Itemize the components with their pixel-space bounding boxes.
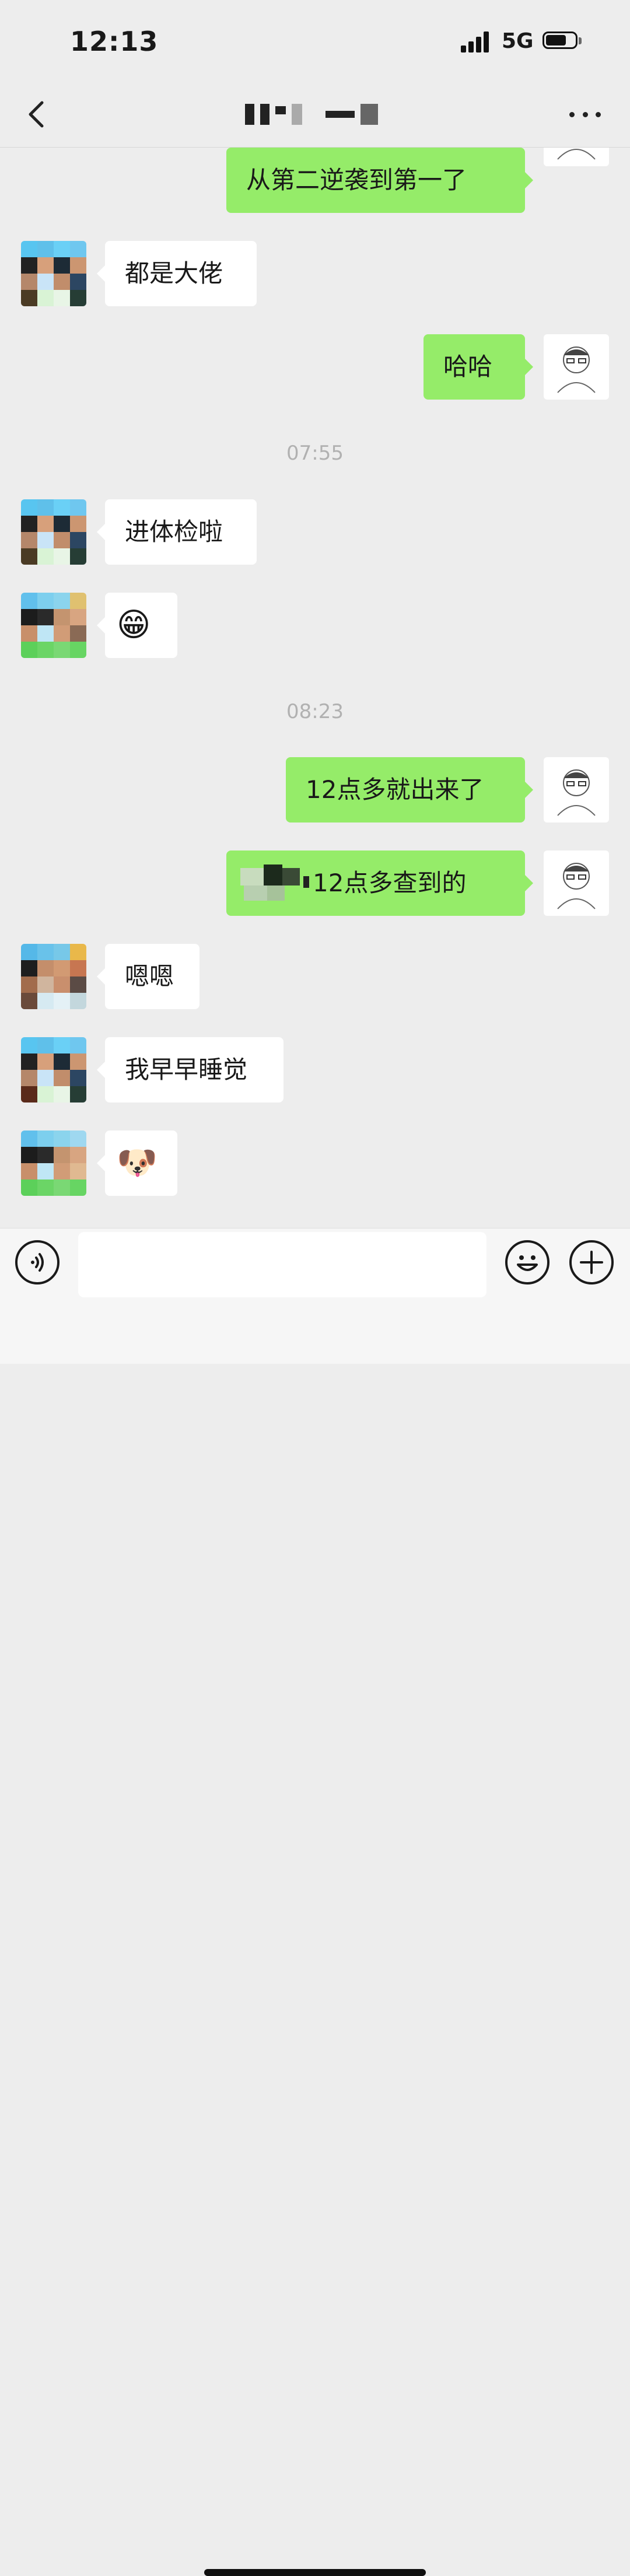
message-bubble-outgoing[interactable]: 12点多查到的 — [226, 850, 533, 916]
more-button[interactable] — [569, 108, 601, 120]
voice-button[interactable] — [15, 1240, 60, 1284]
chat-header — [0, 82, 630, 148]
self-avatar-sketch — [557, 863, 596, 909]
plus-icon — [580, 1251, 603, 1274]
pixelated-avatar — [21, 1037, 86, 1102]
message-bubble-incoming[interactable]: 我早早睡觉 — [97, 1037, 284, 1102]
status-bar: 12:13 5G — [0, 0, 630, 82]
avatar-contact[interactable] — [21, 241, 86, 306]
battery-icon — [542, 32, 582, 51]
message-bubble-incoming-emoji[interactable]: 🐶 — [97, 1130, 177, 1196]
chat-area[interactable]: 从第二逆袭到第一了 都是大佬 哈哈 07:55 进体检啦 😁 08:23 12点… — [0, 148, 630, 1228]
network-type: 5G — [502, 29, 534, 53]
signal-icon — [461, 32, 490, 52]
emoji-icon — [517, 1255, 538, 1271]
message-text: 12点多查到的 — [313, 869, 467, 897]
message-timestamp: 08:23 — [286, 700, 344, 723]
avatar-contact[interactable] — [21, 499, 86, 565]
redacted-mosaic — [240, 864, 310, 905]
emoji-button[interactable] — [505, 1240, 550, 1284]
back-button[interactable] — [23, 98, 52, 131]
input-bar — [0, 1228, 630, 2576]
status-time: 12:13 — [70, 26, 159, 57]
avatar-self[interactable] — [544, 757, 609, 822]
self-avatar-sketch — [557, 346, 596, 393]
avatar-contact[interactable] — [21, 1130, 86, 1196]
home-indicator[interactable] — [204, 2569, 426, 2576]
message-bubble-outgoing[interactable]: 12点多就出来了 — [286, 757, 533, 822]
message-bubble-incoming-emoji[interactable]: 😁 — [97, 593, 177, 658]
plus-button[interactable] — [569, 1240, 614, 1284]
message-input[interactable] — [78, 1232, 487, 1297]
pixelated-avatar — [21, 1130, 86, 1196]
pixelated-avatar — [21, 944, 86, 1009]
self-avatar-sketch — [557, 769, 596, 816]
message-bubble-outgoing[interactable]: 从第二逆袭到第一了 — [226, 148, 533, 213]
message-bubble-outgoing[interactable]: 哈哈 — [424, 334, 533, 400]
more-icon — [569, 111, 575, 117]
message-bubble-incoming[interactable]: 进体检啦 — [97, 499, 257, 565]
avatar-self[interactable] — [544, 334, 609, 400]
avatar-self[interactable] — [544, 148, 609, 166]
avatar-contact[interactable] — [21, 944, 86, 1009]
pixelated-avatar — [21, 593, 86, 658]
message-bubble-incoming[interactable]: 嗯嗯 — [97, 944, 200, 1009]
pixelated-avatar — [21, 241, 86, 306]
self-avatar-sketch — [557, 149, 596, 160]
pixelated-avatar — [21, 499, 86, 565]
chevron-left-icon — [29, 101, 44, 128]
avatar-self[interactable] — [544, 850, 609, 916]
message-bubble-incoming[interactable]: 都是大佬 — [97, 241, 257, 306]
voice-icon — [31, 1253, 44, 1272]
chat-title-redacted — [245, 104, 378, 127]
message-timestamp: 07:55 — [286, 442, 344, 465]
avatar-contact[interactable] — [21, 1037, 86, 1102]
avatar-contact[interactable] — [21, 593, 86, 658]
